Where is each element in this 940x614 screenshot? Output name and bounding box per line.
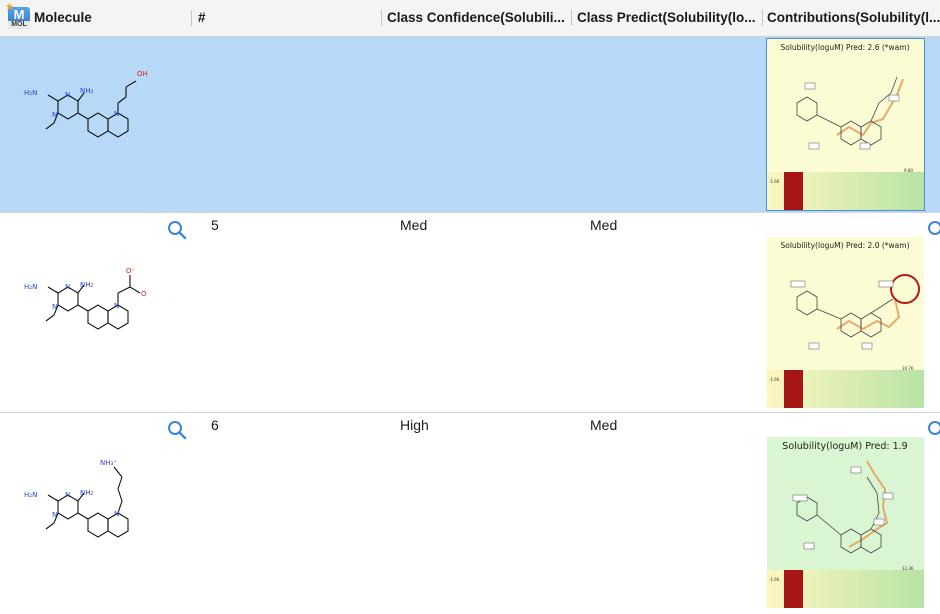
molecule-structure: H₂N NH₂ N N N NH₃⁺	[24, 459, 129, 538]
column-header-number[interactable]: #	[198, 0, 378, 36]
atom-label: H₂N	[24, 491, 37, 499]
column-header-class-predict[interactable]: Class Predict(Solubility(lo...	[577, 0, 760, 36]
contribution-title: Solubility(loguM) Pred: 1.9	[782, 441, 907, 452]
atom-label: N	[114, 302, 119, 310]
atom-label: NH₂	[80, 87, 94, 95]
scale-max-label: 9.80	[904, 168, 913, 173]
contribution-map[interactable]: Solubility(loguM) Pred: 2.6 (*wam) -1.60…	[766, 38, 925, 211]
atom-label: N	[52, 303, 57, 311]
table-row[interactable]: H₂N NH₂ N N N OH Solubility(loguM) Pred:…	[0, 37, 940, 213]
atom-label: H₂N	[24, 89, 37, 97]
contribution-map[interactable]: Solubility(loguM) Pred: 2.0 (*wam) -1.60…	[767, 237, 924, 408]
scale-max-label: 12.36	[902, 566, 914, 571]
atom-label: OH	[137, 70, 148, 78]
column-header-class-confidence[interactable]: Class Confidence(Solubili...	[387, 0, 570, 36]
atom-label: N	[114, 110, 119, 118]
atom-label: N	[65, 283, 70, 291]
contribution-title: Solubility(loguM) Pred: 2.6 (*wam)	[780, 43, 909, 52]
atom-label: O	[141, 290, 147, 298]
atom-label: N	[65, 91, 70, 99]
atom-label: NH₃⁺	[100, 459, 117, 467]
table-row[interactable]: 6 High Med H₂N NH₂ N N N NH₃⁺ Solubility…	[0, 413, 940, 614]
atom-label: N	[52, 111, 57, 119]
atom-label: NH₂	[80, 489, 94, 497]
scale-max-label: 10.76	[902, 366, 914, 371]
class-predict-value: Med	[590, 217, 618, 233]
class-confidence-value: Med	[400, 217, 428, 233]
scale-marker	[784, 570, 803, 608]
molecule-column-icon: ★ M MOL	[5, 3, 30, 29]
molecule-structure: H₂N NH₂ N N N OH	[24, 70, 148, 138]
class-confidence-value: High	[400, 417, 429, 433]
column-header-contributions[interactable]: Contributions(Solubility(l...	[767, 0, 940, 36]
column-header-molecule[interactable]: Molecule	[34, 0, 184, 36]
molecule-structure: H₂N NH₂ N N N O O⁻	[24, 267, 147, 330]
scale-marker	[784, 172, 803, 210]
table-header: ★ M MOL Molecule # Class Confidence(Solu…	[0, 0, 940, 37]
column-divider[interactable]	[762, 10, 763, 26]
magnifier-icon[interactable]	[166, 219, 188, 241]
contribution-title: Solubility(loguM) Pred: 2.0 (*wam)	[780, 241, 909, 250]
column-divider[interactable]	[571, 10, 572, 26]
atom-label: H₂N	[24, 283, 37, 291]
atom-label: O⁻	[126, 267, 136, 275]
scale-marker	[784, 370, 803, 408]
scale-min-label: -1.60	[769, 577, 780, 582]
magnifier-icon[interactable]	[926, 419, 940, 441]
scale-min-label: -1.60	[769, 179, 780, 184]
atom-label: NH₂	[80, 281, 94, 289]
atom-label: N	[114, 510, 119, 518]
magnifier-icon[interactable]	[166, 419, 188, 441]
magnifier-icon[interactable]	[926, 219, 940, 241]
row-number: 6	[211, 417, 219, 433]
column-divider[interactable]	[191, 10, 192, 26]
class-predict-value: Med	[590, 417, 618, 433]
row-number: 5	[211, 217, 219, 233]
atom-label: N	[65, 491, 70, 499]
contribution-map[interactable]: Solubility(loguM) Pred: 1.9 -1.60 12.36	[767, 437, 924, 608]
column-divider[interactable]	[381, 10, 382, 26]
atom-label: N	[52, 511, 57, 519]
table-row[interactable]: 5 Med Med H₂N NH₂ N N N O O⁻ Solubility(…	[0, 213, 940, 413]
scale-min-label: -1.60	[769, 377, 780, 382]
